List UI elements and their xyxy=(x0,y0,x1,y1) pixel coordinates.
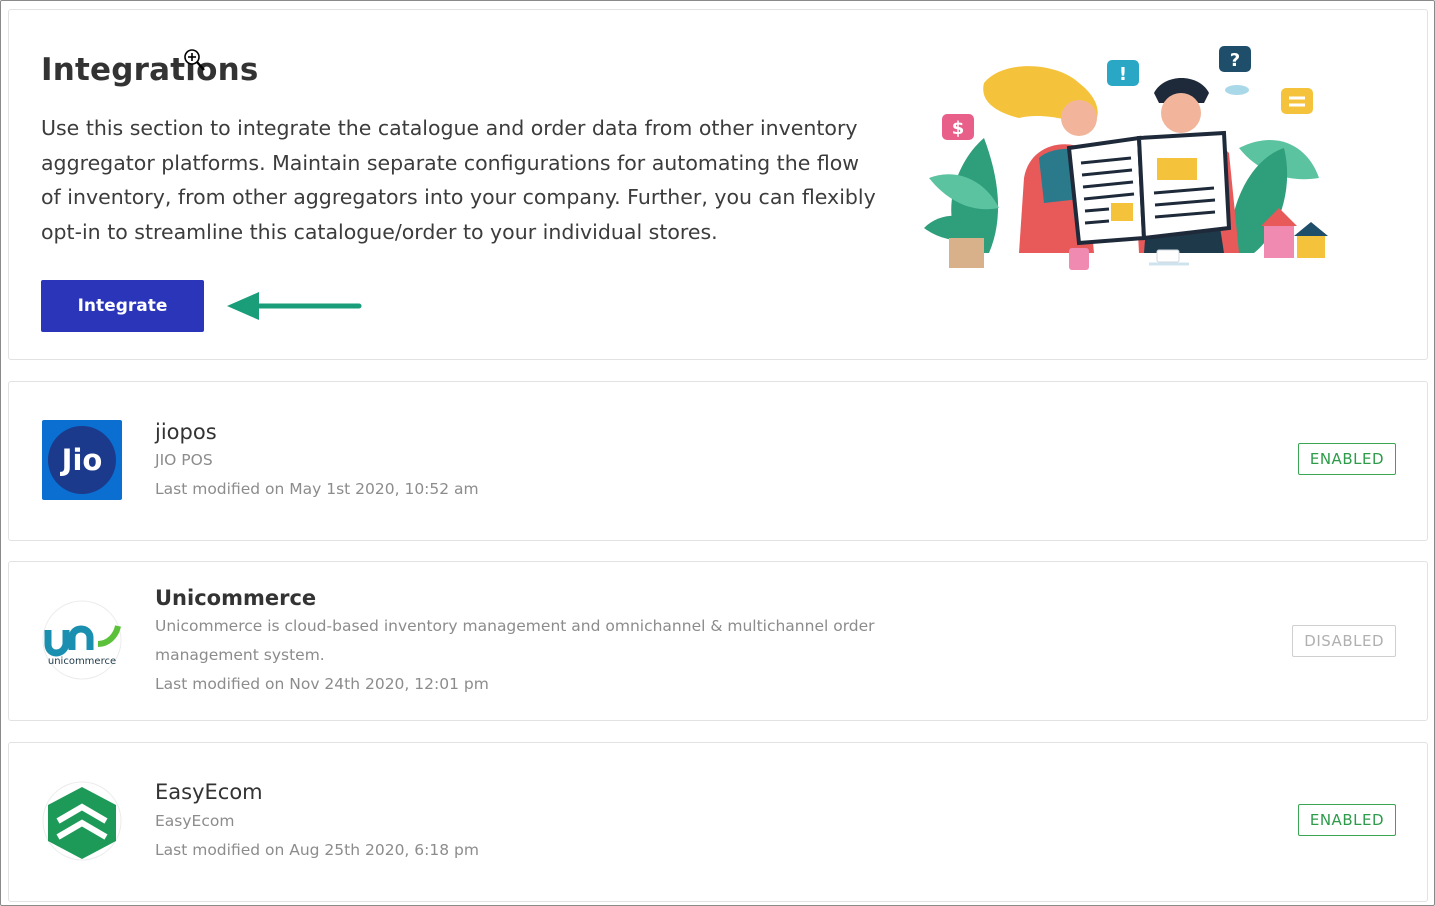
svg-text:$: $ xyxy=(952,118,965,139)
integration-modified: Last modified on Aug 25th 2020, 6:18 pm xyxy=(155,841,479,859)
status-badge: ENABLED xyxy=(1297,804,1396,836)
arrow-left-icon xyxy=(227,292,362,320)
integration-name[interactable]: EasyEcom xyxy=(155,780,263,804)
status-badge: DISABLED xyxy=(1292,625,1396,657)
integration-subtitle: EasyEcom xyxy=(155,812,235,830)
jio-logo: Jio xyxy=(42,420,122,500)
integrate-button[interactable]: Integrate xyxy=(41,280,204,332)
integration-name[interactable]: Unicommerce xyxy=(155,586,316,610)
integrations-hero: Integrations Use this section to integra… xyxy=(8,9,1428,360)
svg-text:?: ? xyxy=(1230,50,1240,71)
zoom-cursor-icon xyxy=(184,49,205,71)
svg-text:Jio: Jio xyxy=(60,443,103,477)
integration-subtitle: JIO POS xyxy=(155,451,213,469)
integration-modified: Last modified on May 1st 2020, 10:52 am xyxy=(155,480,479,498)
svg-text:!: ! xyxy=(1119,64,1127,85)
integration-modified: Last modified on Nov 24th 2020, 12:01 pm xyxy=(155,675,489,693)
page-title: Integrations xyxy=(41,52,259,88)
integration-card-jiopos[interactable]: Jio jiopos JIO POS Last modified on May … xyxy=(8,381,1428,541)
status-badge: ENABLED xyxy=(1297,443,1396,475)
integration-card-unicommerce[interactable]: unicommerce Unicommerce Unicommerce is c… xyxy=(8,561,1428,721)
integration-name[interactable]: jiopos xyxy=(155,420,217,444)
integrations-illustration: ! ? $ xyxy=(924,46,1328,270)
easyecom-logo xyxy=(42,781,122,861)
integration-subtitle: Unicommerce is cloud-based inventory man… xyxy=(155,617,875,664)
svg-text:unicommerce: unicommerce xyxy=(48,656,116,667)
unicommerce-logo: unicommerce xyxy=(42,600,122,680)
integration-card-easyecom[interactable]: EasyEcom EasyEcom Last modified on Aug 2… xyxy=(8,742,1428,902)
page-description: Use this section to integrate the catalo… xyxy=(41,116,876,244)
